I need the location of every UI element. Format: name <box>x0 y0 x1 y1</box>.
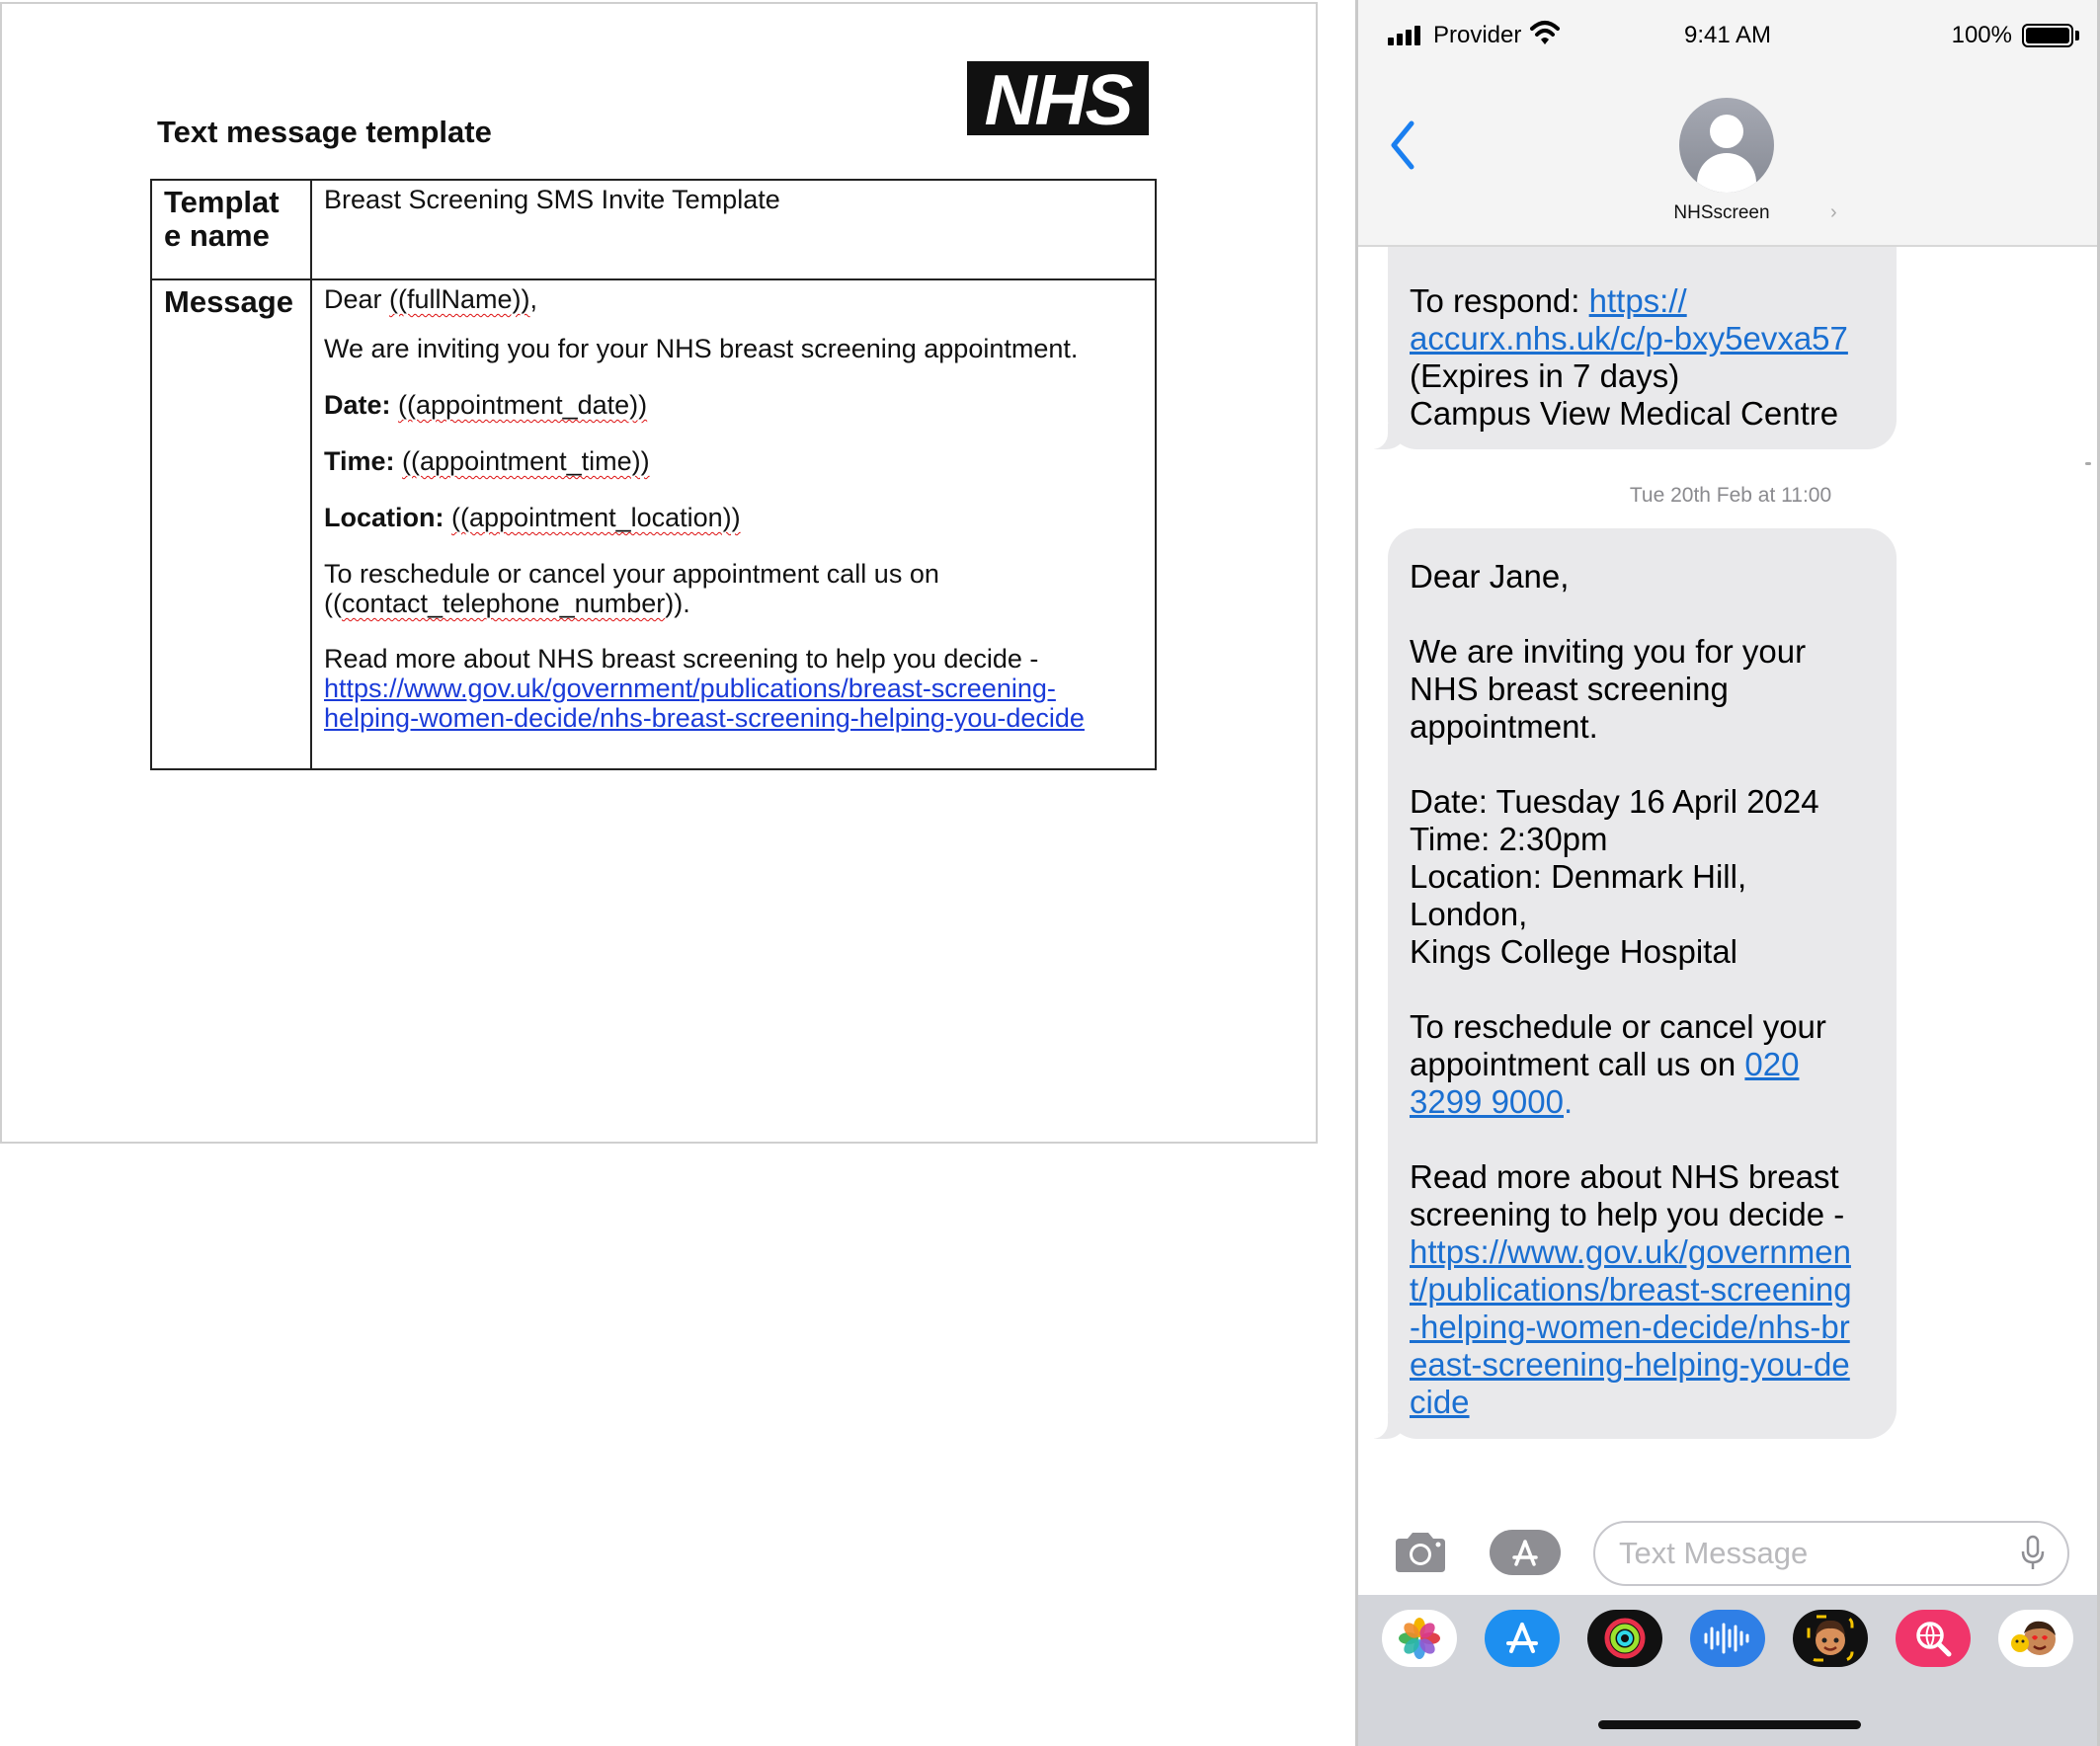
search-globe-icon[interactable] <box>1896 1610 1971 1667</box>
scroll-indicator <box>2085 462 2091 465</box>
sms-intro: We are inviting you for your NHS breast … <box>1410 633 1807 745</box>
intro-line: We are inviting you for your NHS breast … <box>324 334 1079 363</box>
home-indicator[interactable] <box>1598 1720 1861 1729</box>
message-timestamp: Tue 20th Feb at 11:00 <box>1629 484 1832 507</box>
location-line: Location: ((appointment_location)) <box>324 503 741 532</box>
microphone-icon[interactable] <box>2020 1535 2046 1572</box>
sms-greeting: Dear Jane, <box>1410 558 1570 595</box>
phone-number-link-continued[interactable]: 3299 9000 <box>1410 1083 1564 1120</box>
sms-date: Date: Tuesday 16 April 2024 <box>1410 783 1819 820</box>
contact-name[interactable]: NHSscreen <box>1358 202 2097 224</box>
contact-avatar[interactable] <box>1679 98 1774 193</box>
audio-icon[interactable] <box>1690 1610 1765 1667</box>
message-row: Message Dear ((fullName)), We are inviti… <box>150 278 1157 770</box>
document-page: Text message template NHS Template name … <box>0 2 1318 1144</box>
message-body: Dear ((fullName)), We are inviting you f… <box>310 278 1157 770</box>
back-chevron-icon[interactable] <box>1384 116 1423 175</box>
expiry-text: (Expires in 7 days) <box>1410 357 1680 394</box>
reschedule-line: To reschedule or cancel your appointment… <box>324 559 939 618</box>
phone-number-link[interactable]: 020 <box>1744 1046 1799 1082</box>
sms-read-more: Read more about NHS breast screening to … <box>1410 1158 1845 1232</box>
app-store-button[interactable] <box>1490 1530 1561 1575</box>
respond-line: To respond: https:// <box>1410 282 1687 319</box>
bubble-tail <box>1362 420 1408 449</box>
chevron-right-icon[interactable]: › <box>1830 201 1837 224</box>
sms-reschedule: To reschedule or cancel your appointment… <box>1410 1008 1826 1120</box>
memoji-icon[interactable] <box>1793 1610 1868 1667</box>
sender-text: Campus View Medical Centre <box>1410 395 1839 432</box>
battery-icon <box>2022 24 2073 47</box>
invite-message-bubble: Dear Jane, We are inviting you for your … <box>1362 528 1897 1439</box>
fitness-icon[interactable] <box>1587 1610 1662 1667</box>
bubble-tail <box>1362 1409 1408 1439</box>
previous-message-bubble: To respond: https:// accurx.nhs.uk/c/p-b… <box>1362 247 1897 449</box>
message-label: Message <box>150 278 312 770</box>
conversation-header: NHSscreen › <box>1358 71 2097 247</box>
document-title: Text message template <box>157 115 492 149</box>
status-bar: Provider 9:41 AM 100% <box>1358 0 2097 71</box>
time-line: Time: ((appointment_time)) <box>324 446 650 476</box>
compose-bar <box>1358 1511 2097 1595</box>
sms-time: Time: 2:30pm <box>1410 821 1608 857</box>
sms-location: Location: Denmark Hill, London, Kings Co… <box>1410 858 1747 970</box>
photos-icon[interactable] <box>1382 1610 1457 1667</box>
phone-screen: Provider 9:41 AM 100% NHSscreen › To res… <box>1355 0 2100 1746</box>
message-input[interactable] <box>1593 1521 2069 1586</box>
template-name-value: Breast Screening SMS Invite Template <box>310 179 1157 280</box>
read-more-line: Read more about NHS breast screening to … <box>324 644 1085 733</box>
guidance-link[interactable]: https://www.gov.uk/government/publicatio… <box>324 674 1085 733</box>
battery-percent: 100% <box>1951 22 2012 48</box>
date-line: Date: ((appointment_date)) <box>324 390 648 420</box>
template-name-row: Template name Breast Screening SMS Invit… <box>150 179 1157 280</box>
nhs-logo: NHS <box>967 61 1149 138</box>
greeting-line: Dear ((fullName)), <box>324 284 538 314</box>
animoji-icon[interactable] <box>1998 1610 2073 1667</box>
app-store-icon[interactable] <box>1485 1610 1560 1667</box>
respond-link[interactable]: https:// <box>1589 282 1687 319</box>
app-store-glyph-icon <box>1512 1540 1538 1566</box>
battery-tip <box>2075 31 2079 40</box>
template-table: Template name Breast Screening SMS Invit… <box>150 179 1157 770</box>
template-name-label: Template name <box>150 179 312 280</box>
respond-link-continued[interactable]: accurx.nhs.uk/c/p-bxy5evxa57 <box>1410 320 1848 357</box>
camera-icon[interactable] <box>1392 1531 1449 1574</box>
app-drawer <box>1358 1595 2097 1746</box>
sms-guidance-link[interactable]: https://www.gov.uk/governmen t/publicati… <box>1410 1233 1875 1421</box>
